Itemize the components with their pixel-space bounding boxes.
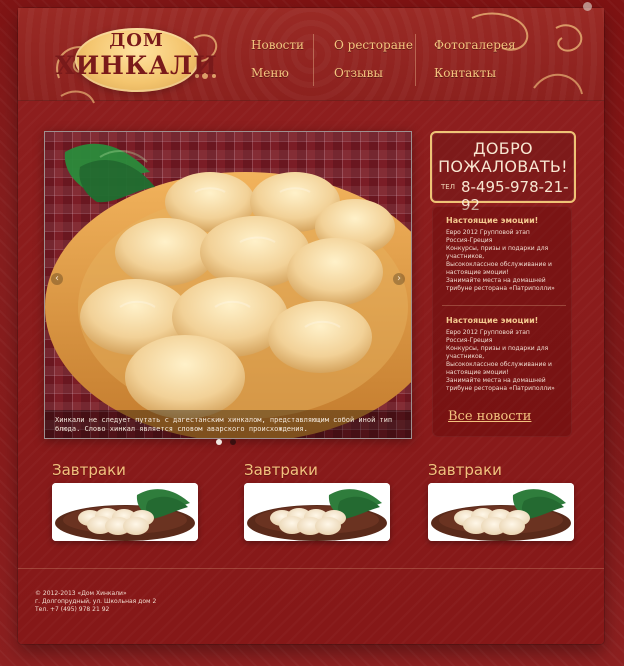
welcome-title-line-1: ДОБРО [473,139,533,158]
welcome-title-line-2: ПОЖАЛОВАТЬ! [438,157,568,176]
slider-caption: Хинкали не следует путать с дагестанским… [45,410,411,438]
news-panel: Настоящие эмоции! Евро 2012 Групповой эт… [432,206,572,437]
nav-separator [415,34,416,86]
slider-dots [216,439,256,449]
slider-caption-text: Хинкали не следует путать с дагестанским… [55,416,393,433]
slider-next-icon[interactable]: › [393,273,405,285]
card-title[interactable]: Завтраки [52,461,126,479]
nav-separator [313,34,314,86]
card-title[interactable]: Завтраки [428,461,502,479]
hero-image [45,132,411,438]
news-item: Настоящие эмоции! Евро 2012 Групповой эт… [446,216,566,293]
nav-reviews[interactable]: Отзывы [334,66,383,80]
dish-photo [244,483,390,541]
news-title[interactable]: Настоящие эмоции! [446,316,566,325]
footer-address: г. Долгопрудный, ул. Школьная дом 2 [35,598,157,605]
logo[interactable]: ДОМ ХИНКАЛИ [49,18,224,106]
slider-dot-1[interactable] [216,439,222,445]
dish-photo [428,483,574,541]
logo-line-1: ДОМ [109,30,164,51]
ornament-right-icon [471,12,583,95]
card-image[interactable] [428,483,574,541]
news-divider [442,305,566,306]
slider-dot-2[interactable] [230,439,236,445]
logo-line-2: ХИНКАЛИ [55,51,218,80]
nav-menu[interactable]: Меню [251,66,289,80]
card-image[interactable] [52,483,198,541]
news-body: Евро 2012 Групповой этап Россия-Греция К… [446,329,555,392]
card-image[interactable] [244,483,390,541]
news-body: Евро 2012 Групповой этап Россия-Греция К… [446,229,555,292]
news-item: Настоящие эмоции! Евро 2012 Групповой эт… [446,316,566,393]
dish-photo [52,483,198,541]
footer-divider [18,568,604,569]
phone-label: ТЕЛ [441,183,455,191]
slider-prev-icon[interactable]: ‹ [51,273,63,285]
corner-indicator-icon [583,2,592,11]
footer-copyright: © 2012-2013 «Дом Хинкали» [35,590,127,597]
card-title[interactable]: Завтраки [244,461,318,479]
nav-about[interactable]: О ресторане [334,38,413,52]
site-header: ДОМ ХИНКАЛИ Новости Меню О ресторане Отз… [18,8,604,104]
nav-news[interactable]: Новости [251,38,304,52]
all-news-link[interactable]: Все новости [448,409,531,424]
footer-phone[interactable]: Тел. +7 (495) 978 21 92 [35,606,156,614]
news-title[interactable]: Настоящие эмоции! [446,216,566,225]
welcome-box: ДОБРО ПОЖАЛОВАТЬ! ТЕЛ 8-495-978-21-92 [430,131,576,214]
hero-slider[interactable]: ‹ › Хинкали не следует путать с дагестан… [44,131,412,439]
footer: © 2012-2013 «Дом Хинкали» г. Долгопрудны… [35,590,156,614]
